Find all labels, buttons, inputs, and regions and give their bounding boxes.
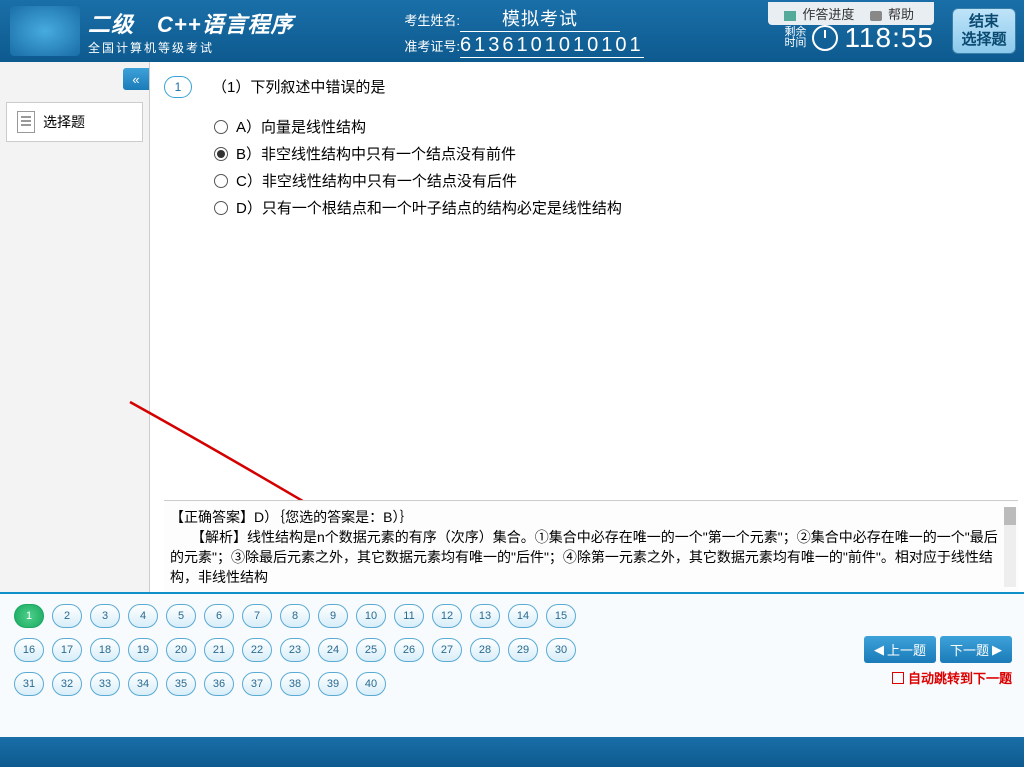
end-section-button[interactable]: 结束 选择题 bbox=[952, 8, 1016, 54]
question-bubble-10[interactable]: 10 bbox=[356, 604, 386, 628]
chevron-right-icon: ▶ bbox=[992, 642, 1002, 658]
main-title: 二级 C++语言程序 bbox=[88, 7, 294, 39]
question-number-badge: 1 bbox=[164, 76, 192, 98]
correct-answer-line: 【正确答案】D）｛您选的答案是：B）｝ bbox=[170, 507, 1000, 527]
question-bubble-13[interactable]: 13 bbox=[470, 604, 500, 628]
document-icon bbox=[17, 111, 35, 133]
scrollbar[interactable] bbox=[1004, 507, 1016, 587]
question-bubble-4[interactable]: 4 bbox=[128, 604, 158, 628]
question-bubble-9[interactable]: 9 bbox=[318, 604, 348, 628]
options-list: A）向量是线性结构 B）非空线性结构中只有一个结点没有前件 C）非空线性结构中只有一… bbox=[214, 116, 1004, 218]
help-icon bbox=[870, 11, 882, 21]
help-link[interactable]: 帮助 bbox=[870, 7, 918, 22]
option-label: B）非空线性结构中只有一个结点没有前件 bbox=[236, 143, 516, 164]
option-D[interactable]: D）只有一个根结点和一个叶子结点的结构必定是线性结构 bbox=[214, 197, 1004, 218]
sidebar-item-label: 选择题 bbox=[43, 112, 85, 132]
question-bubble-36[interactable]: 36 bbox=[204, 672, 234, 696]
question-bubble-33[interactable]: 33 bbox=[90, 672, 120, 696]
question-bubble-37[interactable]: 37 bbox=[242, 672, 272, 696]
option-label: D）只有一个根结点和一个叶子结点的结构必定是线性结构 bbox=[236, 197, 622, 218]
collapse-sidebar-button[interactable]: « bbox=[123, 68, 149, 90]
question-bubble-18[interactable]: 18 bbox=[90, 638, 120, 662]
bubble-grid: 1234567891011121314151617181920212223242… bbox=[10, 604, 864, 696]
question-bubble-21[interactable]: 21 bbox=[204, 638, 234, 662]
id-label: 准考证号: bbox=[400, 36, 460, 55]
question-bubble-11[interactable]: 11 bbox=[394, 604, 424, 628]
option-label: A）向量是线性结构 bbox=[236, 116, 366, 137]
question-bubble-28[interactable]: 28 bbox=[470, 638, 500, 662]
question-bubble-7[interactable]: 7 bbox=[242, 604, 272, 628]
question-bubble-20[interactable]: 20 bbox=[166, 638, 196, 662]
question-bubble-30[interactable]: 30 bbox=[546, 638, 576, 662]
footer-bar bbox=[0, 737, 1024, 767]
question-bubble-26[interactable]: 26 bbox=[394, 638, 424, 662]
radio-icon bbox=[214, 201, 228, 215]
question-bubble-16[interactable]: 16 bbox=[14, 638, 44, 662]
question-text: （1）下列叙述中错误的是 bbox=[212, 76, 385, 97]
answer-explanation-box: 【正确答案】D）｛您选的答案是：B）｝ 【解析】线性结构是n个数据元素的有序（次… bbox=[164, 500, 1018, 592]
checkbox-icon bbox=[892, 672, 904, 684]
question-bubble-29[interactable]: 29 bbox=[508, 638, 538, 662]
question-bubble-22[interactable]: 22 bbox=[242, 638, 272, 662]
explanation-text: 【解析】线性结构是n个数据元素的有序（次序）集合。①集合中必存在唯一的一个"第一… bbox=[170, 527, 1000, 587]
logo-area: 二级 C++语言程序 全国计算机等级考试 bbox=[0, 6, 380, 56]
next-question-button[interactable]: 下一题▶ bbox=[940, 636, 1012, 663]
question-bubble-19[interactable]: 19 bbox=[128, 638, 158, 662]
option-B[interactable]: B）非空线性结构中只有一个结点没有前件 bbox=[214, 143, 1004, 164]
question-bubble-6[interactable]: 6 bbox=[204, 604, 234, 628]
question-bubble-25[interactable]: 25 bbox=[356, 638, 386, 662]
progress-link[interactable]: 作答进度 bbox=[784, 7, 858, 22]
candidate-info: 考生姓名: 模拟考试 准考证号: 6136101010101 bbox=[400, 5, 644, 58]
question-bubble-3[interactable]: 3 bbox=[90, 604, 120, 628]
question-bubble-1[interactable]: 1 bbox=[14, 604, 44, 628]
question-bubble-27[interactable]: 27 bbox=[432, 638, 462, 662]
id-value: 6136101010101 bbox=[460, 34, 644, 58]
question-panel: 1 （1）下列叙述中错误的是 A）向量是线性结构 B）非空线性结构中只有一个结点没… bbox=[150, 62, 1024, 592]
prev-question-button[interactable]: ◀上一题 bbox=[864, 636, 936, 663]
chevron-left-icon: ◀ bbox=[874, 642, 884, 658]
clock-icon bbox=[812, 25, 838, 51]
question-bubble-14[interactable]: 14 bbox=[508, 604, 538, 628]
radio-icon bbox=[214, 147, 228, 161]
question-bubble-38[interactable]: 38 bbox=[280, 672, 310, 696]
question-bubble-24[interactable]: 24 bbox=[318, 638, 348, 662]
sidebar: « 选择题 bbox=[0, 62, 150, 592]
sidebar-item-choice[interactable]: 选择题 bbox=[6, 102, 143, 142]
option-C[interactable]: C）非空线性结构中只有一个结点没有后件 bbox=[214, 170, 1004, 191]
question-bubble-8[interactable]: 8 bbox=[280, 604, 310, 628]
sub-title: 全国计算机等级考试 bbox=[88, 39, 294, 56]
timer-value: 118:55 bbox=[844, 22, 934, 54]
timer-label: 剩余 时间 bbox=[784, 27, 806, 49]
radio-icon bbox=[214, 174, 228, 188]
question-bubble-17[interactable]: 17 bbox=[52, 638, 82, 662]
question-bubble-34[interactable]: 34 bbox=[128, 672, 158, 696]
question-bubble-5[interactable]: 5 bbox=[166, 604, 196, 628]
question-bubble-40[interactable]: 40 bbox=[356, 672, 386, 696]
question-bubble-31[interactable]: 31 bbox=[14, 672, 44, 696]
question-nav-panel: 1234567891011121314151617181920212223242… bbox=[0, 592, 1024, 737]
radio-icon bbox=[214, 120, 228, 134]
auto-jump-label: 自动跳转到下一题 bbox=[908, 668, 1012, 687]
question-bubble-39[interactable]: 39 bbox=[318, 672, 348, 696]
question-bubble-23[interactable]: 23 bbox=[280, 638, 310, 662]
auto-jump-toggle[interactable]: 自动跳转到下一题 bbox=[892, 668, 1012, 687]
option-A[interactable]: A）向量是线性结构 bbox=[214, 116, 1004, 137]
logo-icon bbox=[10, 6, 80, 56]
question-bubble-12[interactable]: 12 bbox=[432, 604, 462, 628]
question-bubble-32[interactable]: 32 bbox=[52, 672, 82, 696]
question-bubble-2[interactable]: 2 bbox=[52, 604, 82, 628]
timer-block: 剩余 时间 118:55 bbox=[784, 22, 934, 54]
name-value: 模拟考试 bbox=[460, 5, 620, 32]
app-header: 二级 C++语言程序 全国计算机等级考试 考生姓名: 模拟考试 准考证号: 61… bbox=[0, 0, 1024, 62]
option-label: C）非空线性结构中只有一个结点没有后件 bbox=[236, 170, 517, 191]
question-bubble-15[interactable]: 15 bbox=[546, 604, 576, 628]
progress-icon bbox=[784, 11, 796, 21]
question-bubble-35[interactable]: 35 bbox=[166, 672, 196, 696]
name-label: 考生姓名: bbox=[400, 10, 460, 29]
